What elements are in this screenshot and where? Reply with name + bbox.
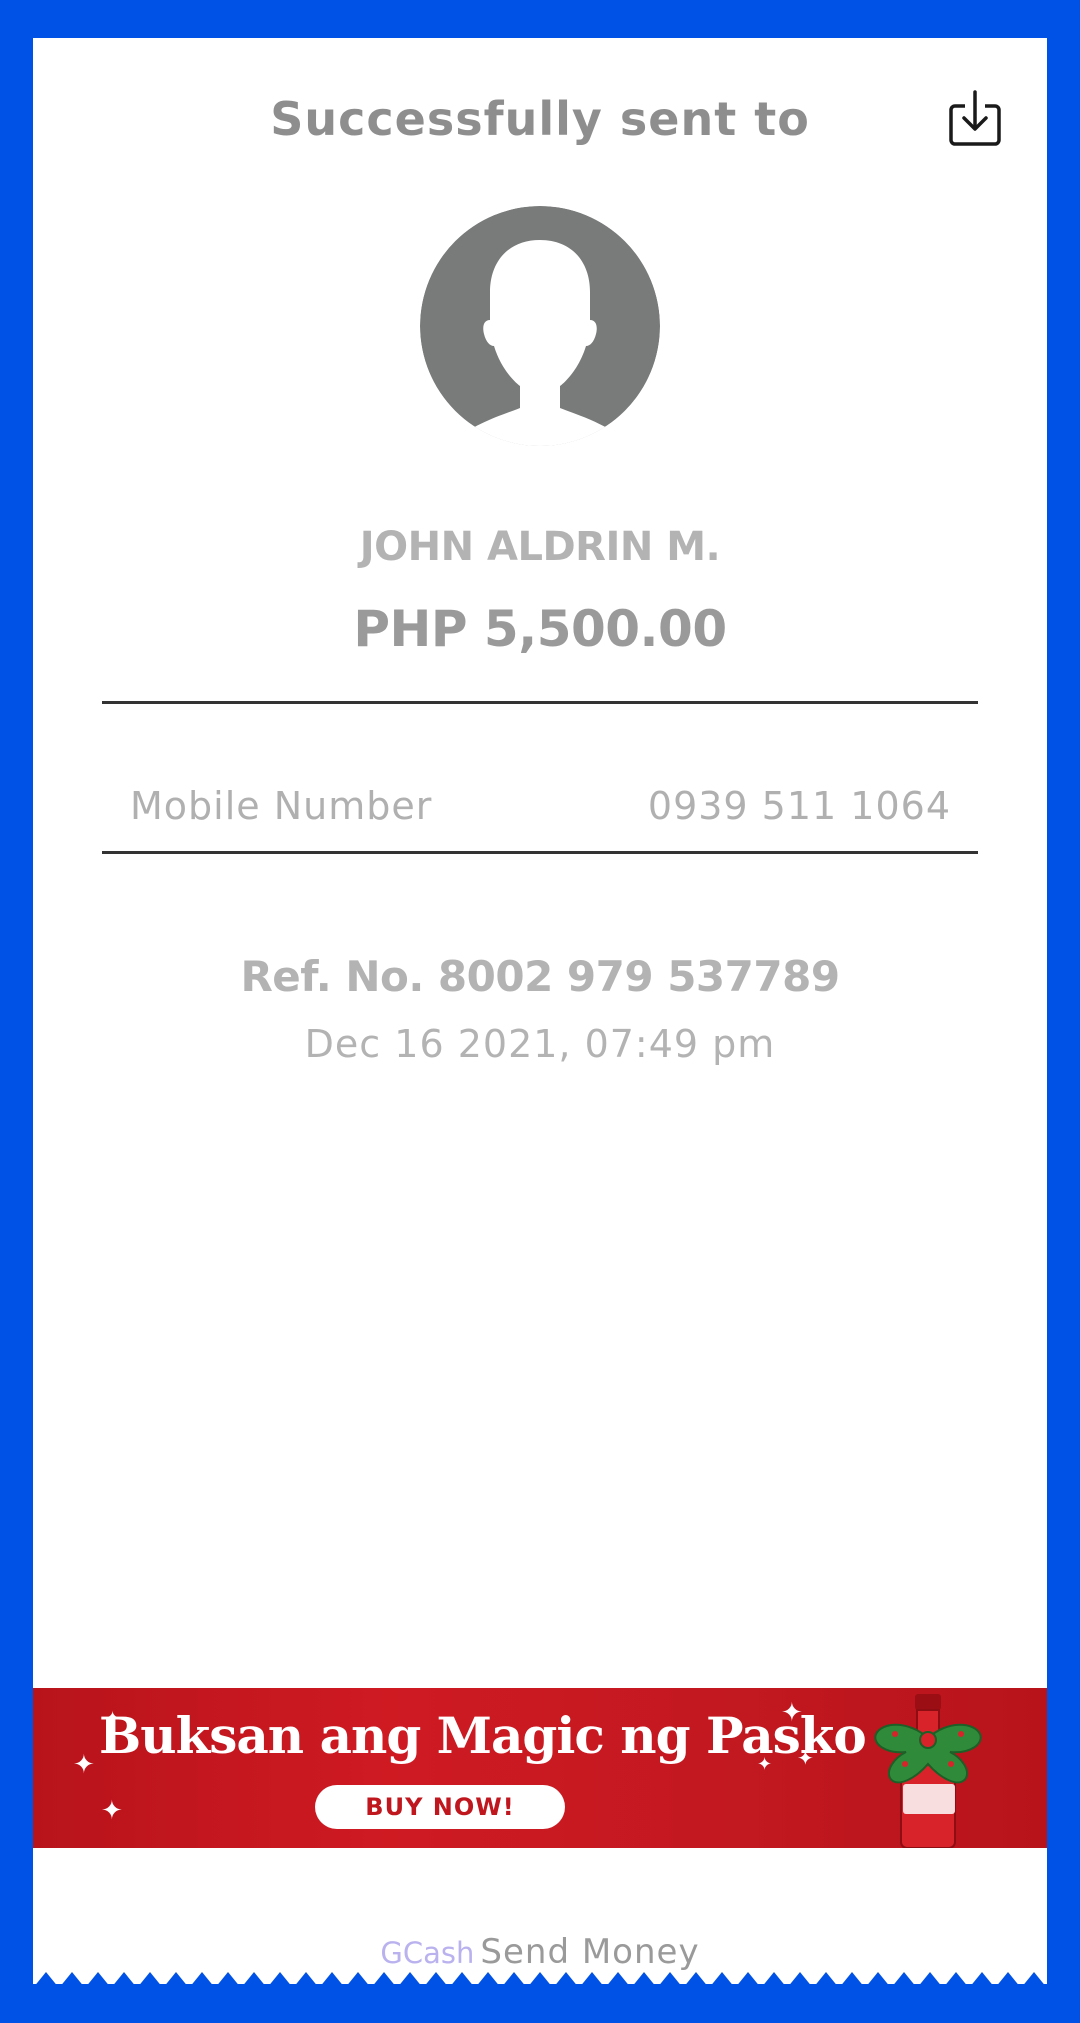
download-button[interactable] <box>945 88 1005 150</box>
page-title: Successfully sent to <box>270 92 810 146</box>
default-avatar-icon <box>420 206 660 446</box>
divider <box>102 851 978 854</box>
banner-headline: Buksan ang Magic ng Pasko <box>99 1706 867 1765</box>
receipt-bottom-edge <box>33 1966 1047 1988</box>
mobile-number-label: Mobile Number <box>130 784 433 828</box>
recipient-name: JOHN ALDRIN M. <box>359 524 721 570</box>
avatar <box>420 206 660 446</box>
gcash-brand: GCash <box>380 1936 475 1970</box>
reference-number: Ref. No. 8002 979 537789 <box>240 952 840 1001</box>
amount: PHP 5,500.00 <box>353 600 727 658</box>
receipt: Successfully sent to JOHN ALDRIN M. PHP … <box>33 38 1047 1984</box>
divider <box>102 701 978 704</box>
soda-bottle-icon <box>874 1694 982 1848</box>
promo-banner[interactable]: ✦ ✦ ✦ ✦ ✦ ✦ Buksan ang Magic ng Pasko BU… <box>33 1688 1047 1848</box>
sparkle-icon: ✦ <box>101 1796 123 1826</box>
download-icon <box>949 90 1001 146</box>
buy-now-button[interactable]: BUY NOW! <box>315 1785 565 1829</box>
transaction-datetime: Dec 16 2021, 07:49 pm <box>304 1022 776 1066</box>
sparkle-icon: ✦ <box>73 1750 95 1780</box>
zigzag-edge <box>33 1972 1047 1988</box>
mobile-number-value: 0939 511 1064 <box>647 784 951 828</box>
